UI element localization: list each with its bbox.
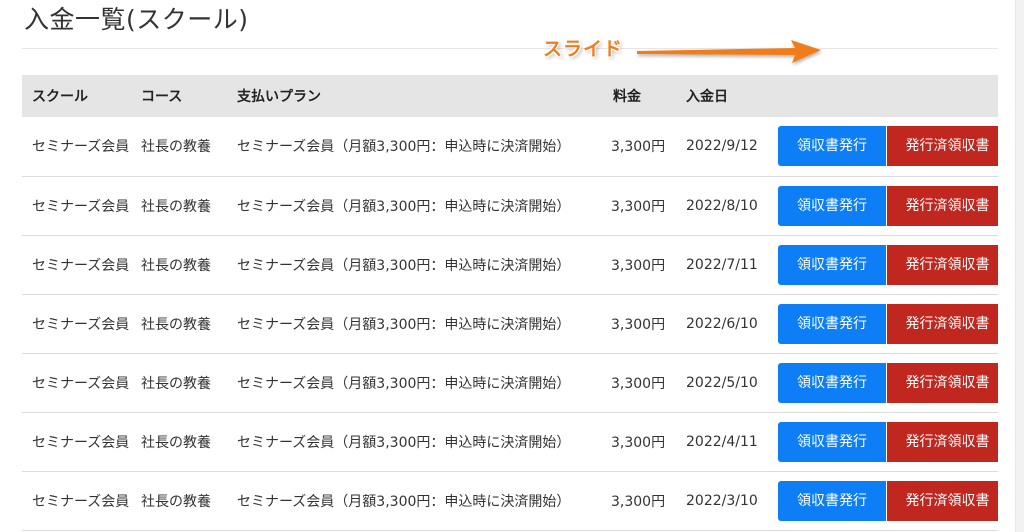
table-row: セミナーズ会員 社長の教養 セミナーズ会員（月額3,300円：申込時に決済開始）… [22,471,998,530]
issue-receipt-button[interactable]: 領収書発行 [778,421,886,462]
issued-receipt-button[interactable]: 発行済領収書 [886,362,998,403]
table-row: セミナーズ会員 社長の教養 セミナーズ会員（月額3,300円：申込時に決済開始）… [22,117,998,176]
cell-actions: 領収書発行 発行済領収書 [772,117,998,176]
payment-list-page: 入金一覧(スクール) スライド スクール コース 支払いプラン 料金 入金日 セ… [0,0,1024,532]
cell-date: 2022/9/12 [686,138,758,155]
cell-date: 2022/5/10 [686,374,758,391]
table-row: セミナーズ会員 社長の教養 セミナーズ会員（月額3,300円：申込時に決済開始）… [22,412,998,471]
slide-hint-label: スライド [543,38,624,60]
cell-date: 2022/8/10 [686,197,758,214]
cell-plan: セミナーズ会員（月額3,300円：申込時に決済開始） [237,316,571,333]
cell-actions: 領収書発行 発行済領収書 [772,235,998,294]
cell-actions: 領収書発行 発行済領収書 [772,412,998,471]
header-date: 入金日 [686,89,728,105]
cell-actions: 領収書発行 発行済領収書 [772,294,998,353]
payment-table: スクール コース 支払いプラン 料金 入金日 セミナーズ会員 社長の教養 セミナ… [22,75,998,531]
cell-actions: 領収書発行 発行済領収書 [772,471,998,530]
cell-school: セミナーズ会員 [32,493,130,510]
header-fee: 料金 [613,89,641,105]
header-plan: 支払いプラン [237,89,321,105]
cell-course: 社長の教養 [141,434,211,451]
cell-plan: セミナーズ会員（月額3,300円：申込時に決済開始） [237,375,571,392]
cell-fee: 3,300円 [611,257,666,274]
cell-fee: 3,300円 [611,139,666,156]
cell-fee: 3,300円 [611,493,666,510]
issued-receipt-button[interactable]: 発行済領収書 [886,244,998,285]
cell-course: 社長の教養 [141,375,211,392]
cell-actions: 領収書発行 発行済領収書 [772,353,998,412]
cell-course: 社長の教養 [141,139,211,156]
cell-course: 社長の教養 [141,198,211,215]
arrow-right-icon [637,40,821,63]
cell-course: 社長の教養 [141,316,211,333]
cell-date: 2022/6/10 [686,315,758,332]
table-row: セミナーズ会員 社長の教養 セミナーズ会員（月額3,300円：申込時に決済開始）… [22,176,998,235]
issue-receipt-button[interactable]: 領収書発行 [778,126,886,167]
issue-receipt-button[interactable]: 領収書発行 [778,244,886,285]
issued-receipt-button[interactable]: 発行済領収書 [886,480,998,521]
cell-plan: セミナーズ会員（月額3,300円：申込時に決済開始） [237,198,571,215]
cell-plan: セミナーズ会員（月額3,300円：申込時に決済開始） [237,139,571,156]
table-row: セミナーズ会員 社長の教養 セミナーズ会員（月額3,300円：申込時に決済開始）… [22,235,998,294]
payment-table-container[interactable]: スクール コース 支払いプラン 料金 入金日 セミナーズ会員 社長の教養 セミナ… [22,75,998,532]
cell-date: 2022/3/10 [686,492,758,509]
header-actions [772,75,998,117]
cell-course: 社長の教養 [141,257,211,274]
header-school: スクール [32,89,88,105]
cell-fee: 3,300円 [611,316,666,333]
table-header-row: スクール コース 支払いプラン 料金 入金日 [22,75,998,117]
cell-school: セミナーズ会員 [32,198,130,215]
page-title: 入金一覧(スクール) [24,5,249,34]
cell-school: セミナーズ会員 [32,434,130,451]
issued-receipt-button[interactable]: 発行済領収書 [886,185,998,226]
page-scrollbar[interactable] [1015,0,1024,532]
cell-plan: セミナーズ会員（月額3,300円：申込時に決済開始） [237,434,571,451]
cell-school: セミナーズ会員 [32,257,130,274]
issued-receipt-button[interactable]: 発行済領収書 [886,303,998,344]
cell-fee: 3,300円 [611,198,666,215]
issue-receipt-button[interactable]: 領収書発行 [778,362,886,403]
issued-receipt-button[interactable]: 発行済領収書 [886,126,998,167]
cell-plan: セミナーズ会員（月額3,300円：申込時に決済開始） [237,493,571,510]
issued-receipt-button[interactable]: 発行済領収書 [886,421,998,462]
cell-school: セミナーズ会員 [32,375,130,392]
cell-plan: セミナーズ会員（月額3,300円：申込時に決済開始） [237,257,571,274]
issue-receipt-button[interactable]: 領収書発行 [778,480,886,521]
cell-date: 2022/7/11 [686,256,758,273]
table-row: セミナーズ会員 社長の教養 セミナーズ会員（月額3,300円：申込時に決済開始）… [22,353,998,412]
issue-receipt-button[interactable]: 領収書発行 [778,185,886,226]
cell-school: セミナーズ会員 [32,316,130,333]
cell-school: セミナーズ会員 [32,139,130,156]
cell-fee: 3,300円 [611,375,666,392]
table-row: セミナーズ会員 社長の教養 セミナーズ会員（月額3,300円：申込時に決済開始）… [22,294,998,353]
title-divider [22,48,998,49]
issue-receipt-button[interactable]: 領収書発行 [778,303,886,344]
cell-date: 2022/4/11 [686,433,758,450]
cell-course: 社長の教養 [141,493,211,510]
header-course: コース [141,89,183,105]
cell-fee: 3,300円 [611,434,666,451]
cell-actions: 領収書発行 発行済領収書 [772,176,998,235]
